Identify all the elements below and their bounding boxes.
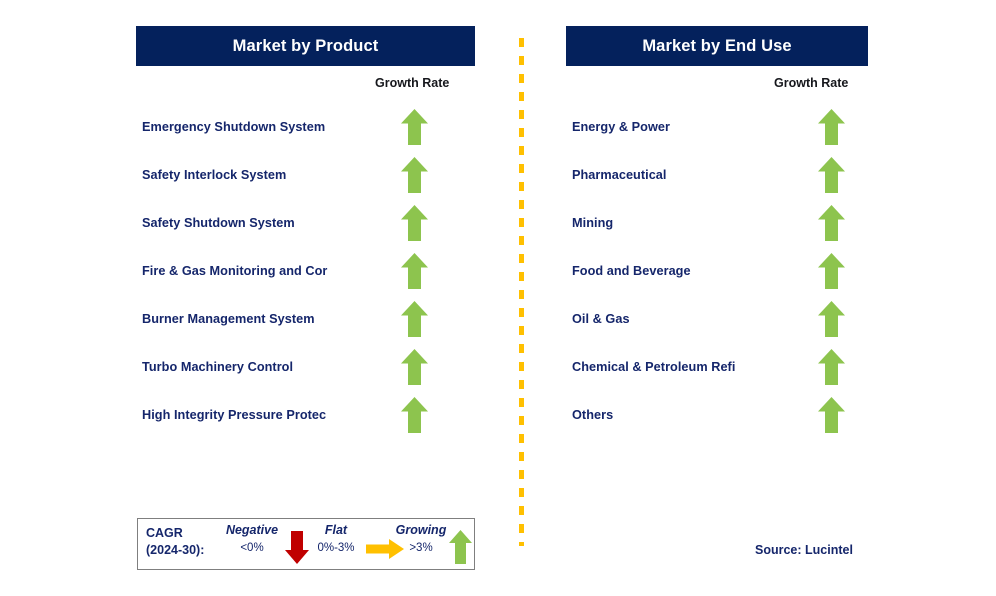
row-label: Pharmaceutical [572, 168, 667, 182]
row-label: Chemical & Petroleum Refi [572, 360, 736, 374]
arrow-up-icon [817, 300, 846, 338]
arrow-up-icon [448, 529, 473, 565]
enduse-panel-header: Market by End Use [566, 26, 868, 66]
product-rows: Emergency Shutdown System Safety Interlo… [136, 108, 475, 444]
row-label: Oil & Gas [572, 312, 630, 326]
market-by-end-use-panel: Market by End Use Growth Rate Energy & P… [566, 0, 868, 596]
table-row: Fire & Gas Monitoring and Cor [136, 252, 475, 300]
table-row: Chemical & Petroleum Refi [566, 348, 868, 396]
enduse-growth-rate-label: Growth Rate [774, 76, 849, 90]
table-row: Pharmaceutical [566, 156, 868, 204]
arrow-up-icon [400, 204, 429, 242]
row-label: Turbo Machinery Control [142, 360, 294, 374]
table-row: Burner Management System [136, 300, 475, 348]
enduse-panel-title: Market by End Use [642, 36, 792, 55]
table-row: Turbo Machinery Control [136, 348, 475, 396]
legend-negative-title: Negative [225, 523, 279, 537]
product-panel-title: Market by Product [232, 36, 379, 55]
legend-cagr-caption: CAGR (2024-30): [146, 525, 204, 559]
table-row: High Integrity Pressure Protec [136, 396, 475, 444]
arrow-up-icon [817, 348, 846, 386]
row-label: Safety Shutdown System [142, 216, 295, 230]
arrow-up-icon [400, 396, 429, 434]
source-note: Source: Lucintel [755, 543, 853, 557]
arrow-up-icon [400, 252, 429, 290]
product-panel-header: Market by Product [136, 26, 475, 66]
legend-flat-title: Flat [324, 523, 348, 537]
table-row: Oil & Gas [566, 300, 868, 348]
table-row: Others [566, 396, 868, 444]
arrow-up-icon [400, 108, 429, 146]
table-row: Safety Shutdown System [136, 204, 475, 252]
row-label: Burner Management System [142, 312, 315, 326]
vertical-dashed-divider [519, 38, 524, 546]
arrow-up-icon [817, 396, 846, 434]
legend-item-flat: Flat 0%-3% [301, 523, 371, 554]
legend-item-negative: Negative <0% [216, 523, 288, 554]
table-row: Energy & Power [566, 108, 868, 156]
market-by-product-panel: Market by Product Growth Rate Emergency … [136, 0, 475, 596]
product-growth-rate-label: Growth Rate [375, 76, 450, 90]
legend-cagr-line1: CAGR [146, 526, 183, 540]
row-label: Emergency Shutdown System [142, 120, 326, 134]
table-row: Safety Interlock System [136, 156, 475, 204]
arrow-up-icon [817, 204, 846, 242]
arrow-up-icon [400, 348, 429, 386]
legend-cagr-line2: (2024-30): [146, 543, 205, 557]
enduse-rows: Energy & Power Pharmaceutical Mining Foo… [566, 108, 868, 444]
legend-negative-value: <0% [240, 542, 264, 554]
arrow-up-icon [400, 300, 429, 338]
row-label: Fire & Gas Monitoring and Cor [142, 264, 328, 278]
row-label: Energy & Power [572, 120, 670, 134]
table-row: Mining [566, 204, 868, 252]
row-label: High Integrity Pressure Protec [142, 408, 327, 422]
legend-flat-value: 0%-3% [317, 542, 355, 554]
cagr-legend: CAGR (2024-30): Negative <0% Flat 0%-3% … [137, 518, 475, 570]
table-row: Emergency Shutdown System [136, 108, 475, 156]
arrow-up-icon [817, 156, 846, 194]
arrow-up-icon [400, 156, 429, 194]
table-row: Food and Beverage [566, 252, 868, 300]
row-label: Others [572, 408, 614, 422]
row-label: Safety Interlock System [142, 168, 287, 182]
arrow-up-icon [817, 252, 846, 290]
row-label: Food and Beverage [572, 264, 691, 278]
arrow-up-icon [817, 108, 846, 146]
row-label: Mining [572, 216, 614, 230]
